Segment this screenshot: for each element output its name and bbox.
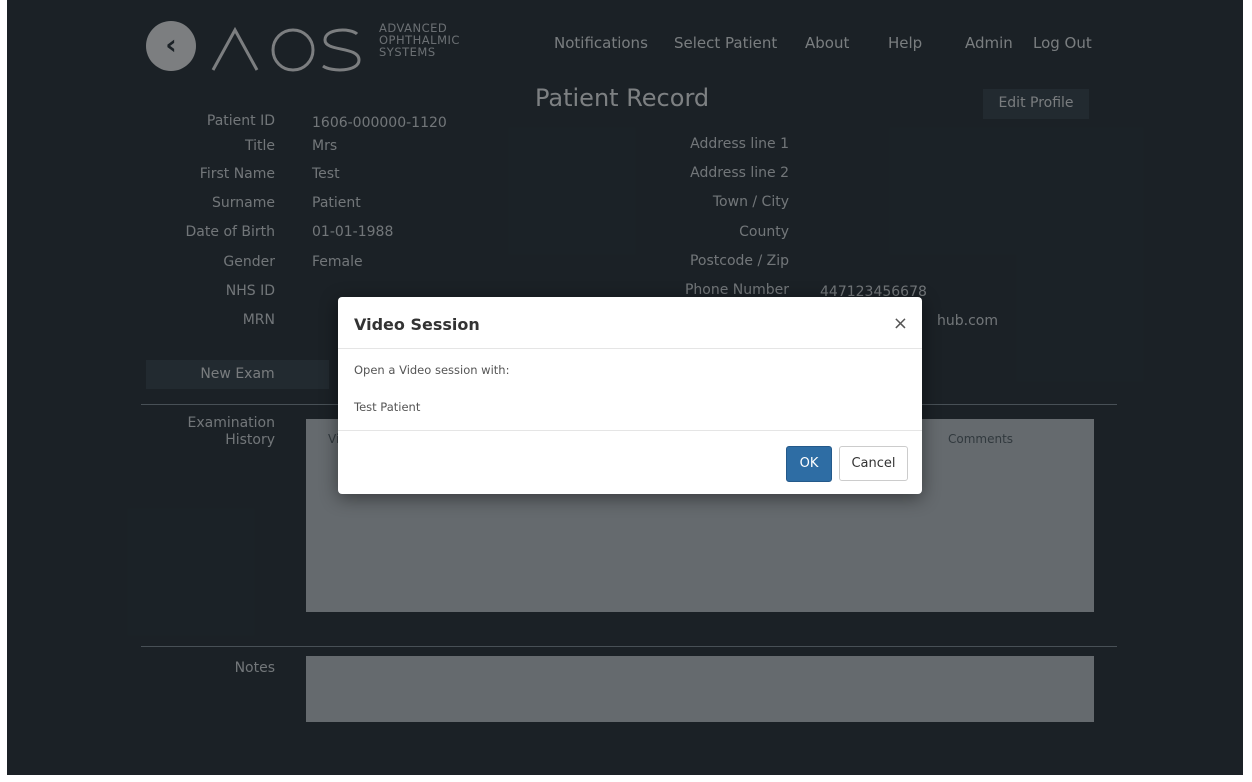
dialog-patient-name: Test Patient	[354, 400, 421, 414]
dialog-footer-divider	[338, 430, 922, 431]
video-session-dialog: Video Session × Open a Video session wit…	[338, 297, 922, 494]
cancel-button[interactable]: Cancel	[839, 446, 908, 481]
close-icon[interactable]: ×	[893, 315, 908, 333]
dialog-title: Video Session	[354, 315, 480, 334]
dialog-message: Open a Video session with:	[354, 363, 510, 377]
dialog-header-divider	[338, 348, 922, 349]
ok-button[interactable]: OK	[786, 446, 832, 482]
